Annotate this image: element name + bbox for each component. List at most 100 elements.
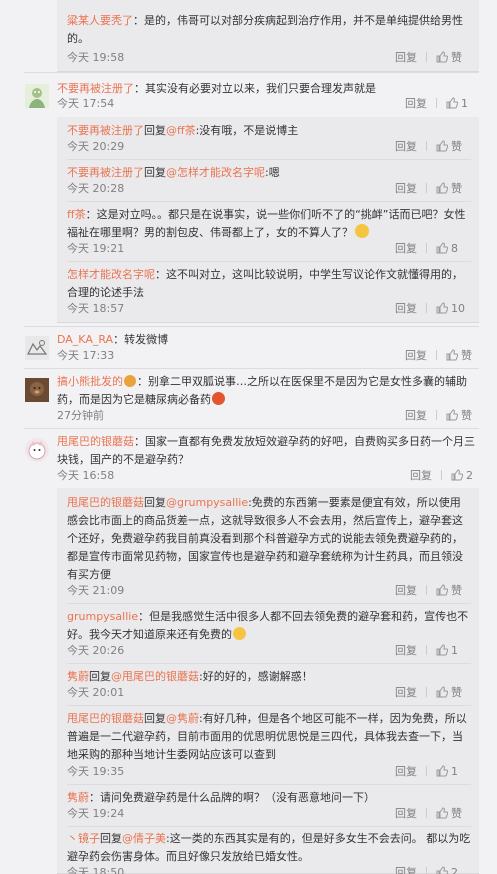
comment-actions: 回复 10 — [395, 302, 465, 318]
comment-actions: 回复 赞 — [395, 686, 462, 702]
like-count[interactable]: 赞 — [451, 51, 462, 64]
user-name[interactable]: grumpysallie — [67, 610, 138, 623]
avatar[interactable] — [25, 378, 49, 402]
user-name[interactable]: 隽蔚 — [67, 670, 89, 683]
like-count[interactable]: 赞 — [451, 584, 462, 597]
comment-text: :好的好的，感谢解惑！ — [199, 670, 313, 683]
user-name[interactable]: 甩尾巴的银蘑菇 — [57, 435, 134, 448]
like-count[interactable]: 赞 — [451, 686, 462, 699]
thumbs-up-icon[interactable] — [436, 686, 449, 702]
comment-actions: 回复 1 — [395, 644, 458, 660]
reply-button[interactable]: 回复 — [395, 242, 417, 256]
mention-link[interactable]: @倩子美 — [122, 832, 166, 845]
mention-link[interactable]: @ff茶 — [166, 124, 196, 137]
like-count[interactable]: 10 — [451, 302, 465, 315]
comment-actions: 回复 1 — [395, 765, 458, 781]
like-count[interactable]: 1 — [461, 97, 468, 110]
mention-link[interactable]: @隽蔚 — [166, 712, 199, 725]
user-name[interactable]: 不要再被注册了 — [67, 124, 144, 137]
user-name[interactable]: 丶镜子 — [67, 832, 100, 845]
reply-button[interactable]: 回复 — [395, 807, 417, 821]
reply-button[interactable]: 回复 — [395, 140, 417, 154]
timestamp: 今天 16:58 — [57, 469, 115, 482]
thumbs-up-icon[interactable] — [436, 765, 449, 781]
thumbs-up-icon[interactable] — [436, 302, 449, 318]
reply-button[interactable]: 回复 — [405, 409, 427, 423]
comment-actions: 回复 赞 — [405, 409, 472, 425]
timestamp: 今天 19:24 — [67, 807, 125, 820]
like-count[interactable]: 1 — [451, 644, 458, 657]
like-count[interactable]: 赞 — [461, 409, 472, 422]
reply-button[interactable]: 回复 — [405, 97, 427, 111]
like-count[interactable]: 赞 — [451, 140, 462, 153]
avatar[interactable] — [25, 84, 49, 108]
thumbs-up-icon[interactable] — [436, 807, 449, 823]
mention-link[interactable]: @甩尾巴的银蘑菇 — [111, 670, 199, 683]
comment-actions: 回复 1 — [405, 97, 468, 113]
thumbs-up-icon[interactable] — [436, 51, 449, 67]
comment-text: ：其实没有必要对立以来，我们只要合理发声就是 — [134, 82, 376, 95]
reply-button[interactable]: 回复 — [395, 302, 417, 316]
thumbs-up-icon[interactable] — [451, 469, 464, 485]
reply-button[interactable]: 回复 — [410, 469, 432, 483]
reply-button[interactable]: 回复 — [395, 644, 417, 658]
reply-prefix: 回复 — [144, 496, 166, 509]
comment-actions: 回复 赞 — [395, 140, 462, 156]
timestamp: 今天 20:28 — [67, 182, 125, 195]
thumbs-up-icon[interactable] — [436, 584, 449, 600]
grin-emoji-icon — [233, 627, 246, 640]
comment-actions: 回复 赞 — [395, 584, 462, 600]
thumbs-up-icon[interactable] — [446, 97, 459, 113]
like-count[interactable]: 2 — [466, 469, 473, 482]
thumbs-up-icon[interactable] — [446, 409, 459, 425]
user-name[interactable]: DA_KA_RA — [57, 333, 113, 346]
user-name[interactable]: 不要再被注册了 — [57, 82, 134, 95]
user-name[interactable]: 粱某人要秃了 — [67, 14, 133, 27]
avatar[interactable] — [25, 438, 49, 462]
user-name[interactable]: 甩尾巴的银蘑菇 — [67, 496, 144, 509]
timestamp: 今天 18:50 — [67, 866, 125, 874]
user-name[interactable]: 不要再被注册了 — [67, 166, 144, 179]
reply-button[interactable]: 回复 — [395, 51, 417, 65]
thumbs-up-icon[interactable] — [436, 644, 449, 660]
reply-button[interactable]: 回复 — [395, 866, 417, 874]
user-name[interactable]: 甩尾巴的银蘑菇 — [67, 712, 144, 725]
like-count[interactable]: 1 — [451, 765, 458, 778]
reply-button[interactable]: 回复 — [395, 584, 417, 598]
user-name[interactable]: 隽蔚 — [67, 791, 89, 804]
avatar[interactable] — [25, 336, 49, 360]
like-count[interactable]: 8 — [451, 242, 458, 255]
thumbs-up-icon[interactable] — [436, 182, 449, 198]
like-count[interactable]: 赞 — [451, 807, 462, 820]
thumbs-up-icon[interactable] — [436, 866, 449, 874]
like-count[interactable]: 赞 — [461, 349, 472, 362]
reply-item: 粱某人要秃了：是的，伟哥可以对部分疾病起到治疗作用，并不是单纯提供给男性的。 今… — [0, 0, 497, 72]
comment-text: ：请问免费避孕药是什么品牌的啊？（没有恶意地问一下） — [89, 791, 375, 804]
reply-button[interactable]: 回复 — [395, 182, 417, 196]
user-name[interactable]: 怎样才能改名字呢 — [67, 268, 155, 281]
reply-prefix: 回复 — [144, 124, 166, 137]
user-name[interactable]: ff茶 — [67, 208, 86, 221]
comment-actions: 回复 赞 — [395, 51, 462, 67]
bear-emoji-icon — [124, 375, 136, 387]
thumbs-up-icon[interactable] — [436, 140, 449, 156]
mention-link[interactable]: @怎样才能改名字呢 — [166, 166, 265, 179]
reply-button[interactable]: 回复 — [405, 349, 427, 363]
mention-link[interactable]: @grumpysallie — [166, 496, 248, 509]
avatar-image — [25, 336, 49, 360]
thumbs-up-icon[interactable] — [446, 349, 459, 365]
reply-prefix: 回复 — [144, 166, 166, 179]
reply-button[interactable]: 回复 — [395, 765, 417, 779]
timestamp: 27分钟前 — [57, 409, 104, 422]
user-name[interactable]: 搞小熊批发的 — [57, 375, 123, 388]
like-count[interactable]: 2 — [451, 866, 458, 874]
thinking-emoji-icon — [355, 224, 369, 238]
reply-button[interactable]: 回复 — [395, 686, 417, 700]
angry-emoji-icon — [212, 392, 225, 405]
thumbs-up-icon[interactable] — [436, 242, 449, 258]
timestamp: 今天 20:01 — [67, 686, 125, 699]
timestamp: 今天 20:29 — [67, 140, 125, 153]
like-count[interactable]: 赞 — [451, 182, 462, 195]
timestamp: 今天 19:21 — [67, 242, 125, 255]
timestamp: 今天 19:35 — [67, 765, 125, 778]
